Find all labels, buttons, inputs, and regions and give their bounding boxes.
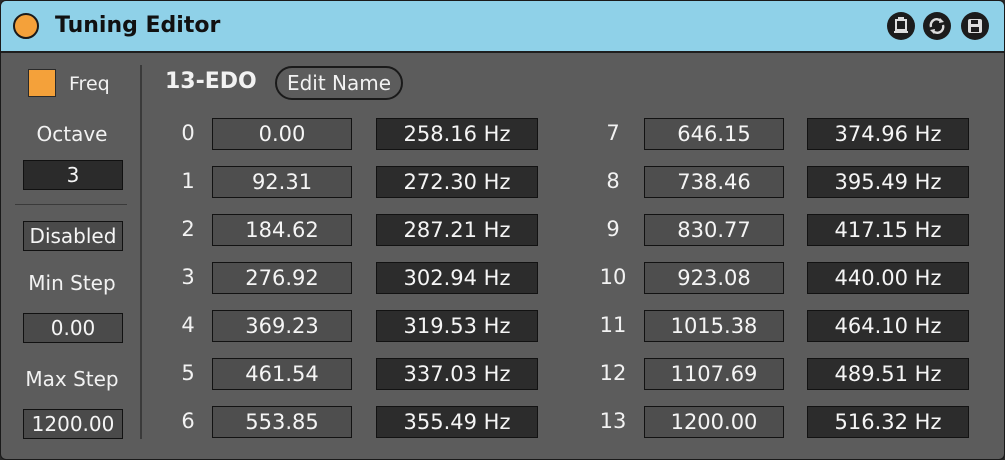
sync-button[interactable] [923,12,951,40]
tuning-editor-window: Tuning Editor Freq Octave 3 Disabled Min… [0,0,1005,460]
step-frequency-readout: 258.16 Hz [376,118,538,150]
step-index-label: 8 [606,169,620,193]
step-frequency-readout: 355.49 Hz [376,406,538,438]
octave-field[interactable]: 3 [23,160,123,190]
step-frequency-readout: 272.30 Hz [376,166,538,198]
step-index-label: 2 [181,217,195,241]
step-cents-field[interactable]: 369.23 [212,310,352,342]
step-frequency-readout: 287.21 Hz [376,214,538,246]
step-index-label: 12 [599,361,627,385]
octave-label: Octave [36,122,108,146]
step-index-label: 13 [599,409,627,433]
screen-icon [894,17,908,33]
step-index-label: 11 [599,313,627,337]
min-step-field[interactable]: 0.00 [23,313,123,343]
window-title: Tuning Editor [55,13,221,38]
step-cents-field[interactable]: 276.92 [212,262,352,294]
step-frequency-readout: 440.00 Hz [807,262,969,294]
step-cents-field[interactable]: 738.46 [644,166,784,198]
step-index-label: 1 [181,169,195,193]
screen-button[interactable] [887,12,915,40]
step-index-label: 7 [606,121,620,145]
step-cents-field[interactable]: 830.77 [644,214,784,246]
step-cents-field[interactable]: 92.31 [212,166,352,198]
step-cents-field[interactable]: 461.54 [212,358,352,390]
step-frequency-readout: 302.94 Hz [376,262,538,294]
save-icon [968,19,982,33]
vertical-divider [140,65,142,439]
title-bar: Tuning Editor [1,1,1004,53]
freq-label: Freq [69,73,110,95]
step-frequency-readout: 464.10 Hz [807,310,969,342]
step-index-label: 3 [181,265,195,289]
step-frequency-readout: 337.03 Hz [376,358,538,390]
step-index-label: 0 [181,121,195,145]
sync-icon [929,18,945,34]
step-frequency-readout: 489.51 Hz [807,358,969,390]
step-index-label: 6 [181,409,195,433]
max-step-field[interactable]: 1200.00 [23,409,123,439]
mode-toggle[interactable]: Disabled [23,221,123,251]
sidebar-divider [15,204,127,205]
step-cents-field[interactable]: 646.15 [644,118,784,150]
step-index-label: 9 [606,217,620,241]
step-index-label: 4 [181,313,195,337]
step-index-label: 10 [599,265,627,289]
edit-name-button[interactable]: Edit Name [275,66,403,100]
tuning-name: 13-EDO [165,69,257,94]
step-cents-field[interactable]: 1107.69 [644,358,784,390]
max-step-label: Max Step [25,367,119,391]
step-cents-field[interactable]: 0.00 [212,118,352,150]
step-frequency-readout: 516.32 Hz [807,406,969,438]
step-frequency-readout: 417.15 Hz [807,214,969,246]
min-step-label: Min Step [28,271,116,295]
step-cents-field[interactable]: 184.62 [212,214,352,246]
step-frequency-readout: 374.96 Hz [807,118,969,150]
step-index-label: 5 [181,361,195,385]
step-frequency-readout: 395.49 Hz [807,166,969,198]
step-cents-field[interactable]: 1015.38 [644,310,784,342]
step-cents-field[interactable]: 923.08 [644,262,784,294]
step-frequency-readout: 319.53 Hz [376,310,538,342]
freq-checkbox[interactable] [28,69,56,97]
step-cents-field[interactable]: 553.85 [212,406,352,438]
save-button[interactable] [961,12,989,40]
device-toggle-button[interactable] [13,13,39,39]
sidebar: Freq Octave 3 Disabled Min Step 0.00 Max… [1,53,141,459]
step-cents-field[interactable]: 1200.00 [644,406,784,438]
